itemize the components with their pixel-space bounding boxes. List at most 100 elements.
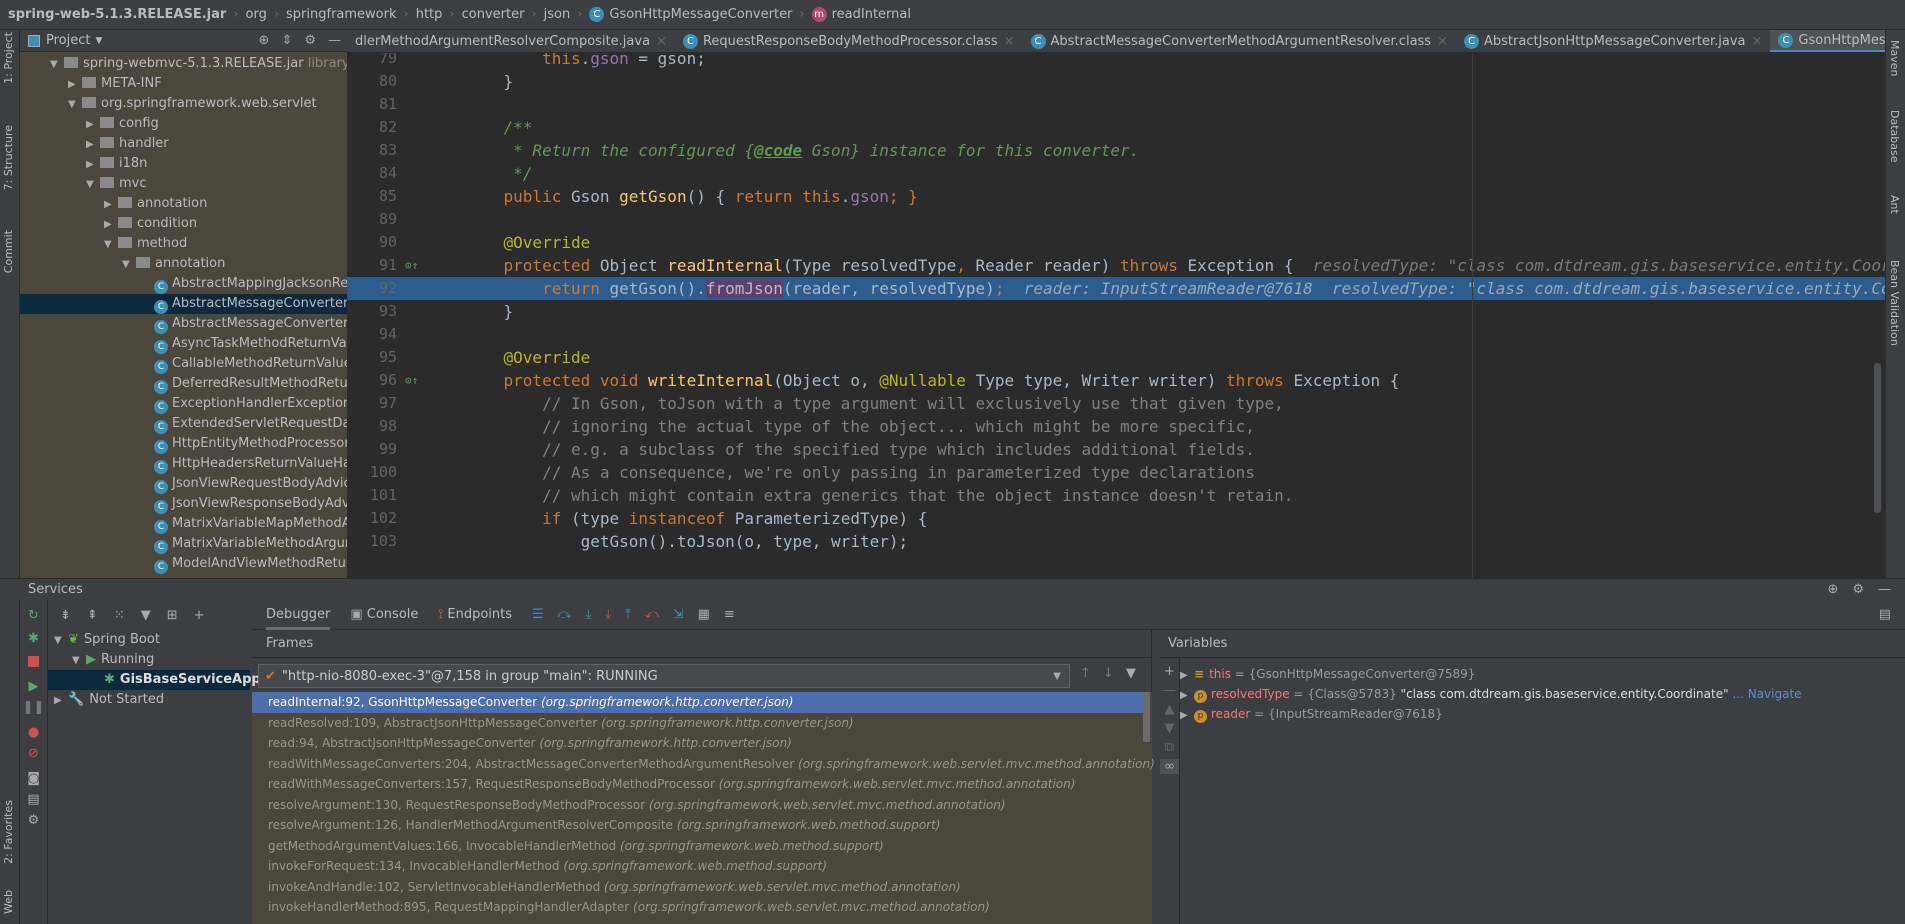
filter-icon[interactable]: ▼	[1126, 666, 1136, 681]
tree-item[interactable]: C JsonViewRequestBodyAdvic	[20, 474, 347, 494]
target-icon[interactable]: ⊕	[1827, 582, 1838, 597]
stack-frame[interactable]: invokeHandlerMethod:895, RequestMappingH…	[252, 897, 1152, 918]
commit-tool-button[interactable]: Commit	[2, 230, 15, 273]
chevron-right-icon[interactable]: ▶	[86, 115, 100, 135]
stack-frame[interactable]: resolveArgument:130, RequestResponseBody…	[252, 795, 1152, 816]
tree-item[interactable]: C ExceptionHandlerExceptionR	[20, 394, 347, 414]
chevron-down-icon[interactable]: ▼	[68, 95, 82, 115]
line-number[interactable]: 94	[347, 323, 397, 346]
maven-tool-button[interactable]: Maven	[1888, 40, 1901, 76]
line-number[interactable]: 103	[347, 530, 397, 553]
chevron-down-icon[interactable]: ▼	[72, 651, 86, 671]
group-icon[interactable]: ⁙	[114, 608, 125, 623]
tree-item[interactable]: C AbstractMessageConverterM	[20, 294, 347, 314]
step-out-icon[interactable]: ⤒	[625, 607, 631, 622]
line-number[interactable]: 92	[347, 277, 397, 300]
line-number[interactable]: 97	[347, 392, 397, 415]
show-execution-point-icon[interactable]: ☰	[532, 607, 544, 622]
line-number[interactable]: 85	[347, 185, 397, 208]
tab-debugger[interactable]: Debugger	[266, 600, 331, 630]
editor-tab[interactable]: C AbstractMessageConverterMethodArgumentR…	[1023, 30, 1457, 52]
line-number[interactable]: 83	[347, 139, 397, 162]
line-number[interactable]: 79	[347, 53, 397, 70]
editor-tab[interactable]: C RequestResponseBodyMethodProcessor.clas…	[675, 30, 1023, 52]
service-item[interactable]: ▼ ❦ Spring Boot	[48, 630, 250, 650]
database-tool-button[interactable]: Database	[1888, 110, 1901, 163]
chevron-down-icon[interactable]: ▼	[95, 36, 102, 46]
copy-icon[interactable]: ⧉	[1160, 740, 1179, 755]
tree-item[interactable]: ▼ spring-webmvc-5.1.3.RELEASE.jar library…	[20, 54, 347, 74]
chevron-down-icon[interactable]: ▼	[86, 175, 100, 195]
evaluate-icon[interactable]: ▦	[698, 607, 710, 622]
close-icon[interactable]: ×	[656, 34, 667, 49]
frames-scrollbar[interactable]	[1143, 692, 1150, 742]
chevron-down-icon[interactable]: ▼	[50, 55, 64, 75]
line-number[interactable]: 80	[347, 70, 397, 93]
tree-item[interactable]: ▼ method	[20, 234, 347, 254]
line-number[interactable]: 84	[347, 162, 397, 185]
arrow-down-icon[interactable]: ↓	[1103, 666, 1114, 681]
chevron-down-icon[interactable]: ▼	[54, 631, 68, 651]
new-tab-icon[interactable]: ⊞	[167, 608, 178, 623]
service-item[interactable]: ▶ 🔧 Not Started	[48, 690, 250, 710]
tree-item[interactable]: C AsyncTaskMethodReturnVal	[20, 334, 347, 354]
tree-item[interactable]: C DeferredResultMethodRetur	[20, 374, 347, 394]
tree-item[interactable]: ▼ org.springframework.web.servlet	[20, 94, 347, 114]
breadcrumb-item[interactable]: json	[544, 7, 571, 22]
chevron-down-icon[interactable]: ▼	[122, 255, 136, 275]
favorites-tool-button[interactable]: 2: Favorites	[2, 800, 15, 864]
close-icon[interactable]: ×	[1752, 34, 1763, 49]
close-icon[interactable]: ×	[1004, 34, 1015, 49]
camera-icon[interactable]: ◙	[20, 771, 47, 786]
settings-icon[interactable]: ⚙	[20, 813, 47, 828]
gear-icon[interactable]: ⚙	[304, 33, 316, 48]
layout-icon[interactable]: ▤	[20, 792, 47, 807]
stack-frame[interactable]: readResolved:109, AbstractJsonHttpMessag…	[252, 713, 1152, 734]
project-tool-button[interactable]: 1: Project	[2, 32, 15, 84]
thread-selector[interactable]: ✔ "http-nio-8080-exec-3"@7,158 in group …	[258, 664, 1070, 688]
watches-icon[interactable]: ∞	[1160, 759, 1179, 774]
more-icon[interactable]: ≡	[724, 607, 735, 622]
filter-icon[interactable]: ▼	[141, 608, 151, 623]
chevron-right-icon[interactable]: ▶	[1180, 666, 1194, 686]
editor-scrollbar[interactable]	[1874, 363, 1881, 513]
breadcrumb-item[interactable]: C GsonHttpMessageConverter	[589, 7, 792, 22]
add-icon[interactable]: +	[194, 608, 205, 623]
override-icon[interactable]: ⊙↑	[405, 254, 418, 277]
tree-item[interactable]: C ModelAndViewMethodRetur	[20, 554, 347, 574]
ant-tool-button[interactable]: Ant	[1888, 195, 1901, 214]
line-number[interactable]: 100	[347, 461, 397, 484]
chevron-right-icon[interactable]: ▶	[86, 135, 100, 155]
line-number[interactable]: 95	[347, 346, 397, 369]
navigate-link[interactable]: ... Navigate	[1729, 687, 1801, 701]
chevron-right-icon[interactable]: ▶	[54, 691, 68, 711]
breakpoints-icon[interactable]: ●	[20, 725, 47, 740]
line-number[interactable]: 102	[347, 507, 397, 530]
tree-item[interactable]: C ExtendedServletRequestData	[20, 414, 347, 434]
close-icon[interactable]: ×	[1437, 34, 1448, 49]
breadcrumb-item[interactable]: spring-web-5.1.3.RELEASE.jar	[8, 7, 226, 22]
tree-item[interactable]: C MatrixVariableMapMethodA	[20, 514, 347, 534]
stack-frame[interactable]: read:94, AbstractJsonHttpMessageConverte…	[252, 733, 1152, 754]
line-number[interactable]: 91	[347, 254, 397, 277]
editor-tab[interactable]: dlerMethodArgumentResolverComposite.java…	[347, 30, 675, 52]
structure-tool-button[interactable]: 7: Structure	[2, 125, 15, 190]
force-step-into-icon[interactable]: ⤓	[605, 607, 611, 622]
tree-item[interactable]: ▶ META-INF	[20, 74, 347, 94]
chevron-right-icon[interactable]: ▶	[104, 215, 118, 235]
tree-item[interactable]: ▼ mvc	[20, 174, 347, 194]
override-icon[interactable]: ⊙↑	[405, 369, 418, 392]
line-number[interactable]: 81	[347, 93, 397, 116]
step-over-icon[interactable]: ⤼	[558, 607, 572, 622]
chevron-right-icon[interactable]: ▶	[1180, 706, 1194, 726]
tree-item[interactable]: ▶ config	[20, 114, 347, 134]
breadcrumb-item[interactable]: http	[416, 7, 443, 22]
stop-icon[interactable]	[28, 656, 39, 667]
stack-frame[interactable]: getMethodArgumentValues:166, InvocableHa…	[252, 836, 1152, 857]
drop-frame-icon[interactable]: ⤺	[645, 607, 659, 622]
line-number[interactable]: 90	[347, 231, 397, 254]
web-tool-button[interactable]: Web	[2, 890, 15, 914]
line-number[interactable]: 82	[347, 116, 397, 139]
line-number[interactable]: 98	[347, 415, 397, 438]
breadcrumb-item[interactable]: springframework	[286, 7, 396, 22]
